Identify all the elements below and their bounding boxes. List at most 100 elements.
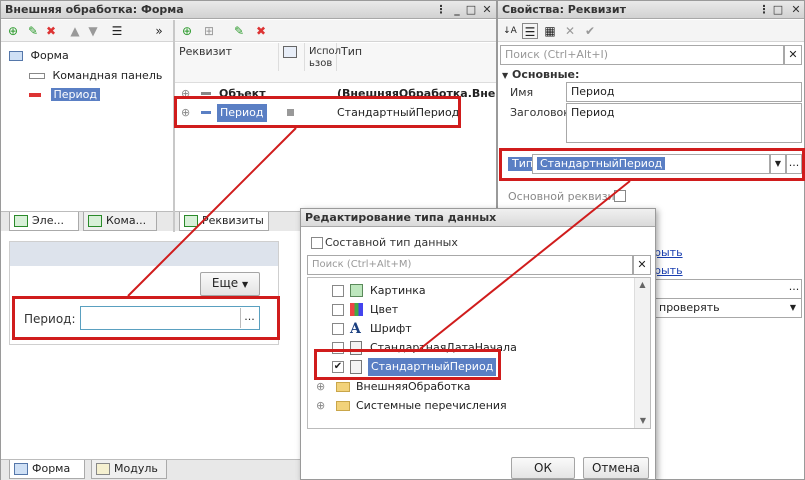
tree-item-period[interactable]: Период	[29, 86, 101, 104]
cancel-button[interactable]: Отмена	[583, 457, 649, 479]
properties-search-input[interactable]: Поиск (Ctrl+Alt+I)	[500, 45, 784, 65]
tab-commands[interactable]: Кома...	[83, 212, 157, 231]
item-checkbox[interactable]	[332, 285, 344, 297]
col-header-use[interactable]: Испол ьзов	[305, 43, 341, 71]
type-dialog-title: Редактирование типа данных	[301, 209, 655, 227]
tab-attributes[interactable]: Реквизиты	[179, 212, 269, 231]
section-main-header[interactable]: ▼ Основные:	[502, 68, 579, 83]
item-label: Шрифт	[370, 322, 412, 335]
link-open-1[interactable]: рыть	[654, 246, 683, 260]
edit-attribute-icon[interactable]: ✎	[231, 23, 247, 39]
properties-title-text: Свойства: Реквизит	[502, 3, 626, 16]
name-input[interactable]: Период	[566, 82, 802, 102]
scroll-down-icon[interactable]: ▼	[635, 414, 650, 428]
delete-icon[interactable]: ✖	[43, 23, 59, 39]
edit-icon[interactable]: ✎	[25, 23, 41, 39]
highlight-type-field	[499, 148, 805, 181]
menu-icon[interactable]: ⋮	[433, 3, 449, 17]
section-label: Основные:	[512, 68, 580, 81]
tab-label: Кома...	[106, 214, 147, 227]
delete-attribute-icon[interactable]: ✖	[253, 23, 269, 39]
tree-item-command-panel[interactable]: Командная панель	[29, 67, 162, 85]
attributes-tab-icon	[184, 215, 198, 227]
col-header-attribute[interactable]: Реквизит	[175, 43, 279, 71]
properties-close-icon[interactable]: ✕	[788, 3, 804, 17]
highlight-standard-period	[314, 349, 501, 380]
apply-icon[interactable]: ✔	[582, 23, 598, 39]
header-label: Заголовок	[510, 106, 570, 119]
commands-tab-icon	[88, 215, 102, 227]
properties-toolbar: ↓A ☰ ▦ ✕ ✔	[498, 20, 804, 42]
link-open-2[interactable]: рыть	[654, 264, 683, 278]
table-icon	[283, 46, 297, 58]
check-select-text: проверять	[659, 301, 720, 314]
more-button[interactable]: Еще ▼	[200, 272, 260, 296]
tab-elements[interactable]: Эле...	[9, 212, 79, 231]
property-ellipsis-icon[interactable]: ...	[786, 279, 802, 299]
search-placeholder-text: Поиск (Ctrl+Alt+I)	[505, 48, 609, 61]
search-clear-icon[interactable]: ✕	[784, 45, 802, 65]
col-header-type[interactable]: Тип	[337, 43, 496, 71]
type-search-input[interactable]: Поиск (Ctrl+Alt+M)	[307, 255, 633, 275]
type-search-clear-icon[interactable]: ✕	[633, 255, 651, 275]
close-icon[interactable]: ✕	[479, 3, 495, 17]
sort-az-icon[interactable]: ↓A	[502, 23, 518, 39]
list-icon[interactable]: ☰	[109, 23, 125, 39]
more-icon[interactable]: »	[151, 23, 167, 39]
composite-type-label: Составной тип данных	[325, 236, 458, 249]
add-attribute-icon[interactable]: ⊕	[179, 23, 195, 39]
tab-label: Эле...	[32, 214, 64, 227]
item-checkbox[interactable]	[332, 323, 344, 335]
command-panel-icon	[29, 73, 45, 79]
add-column-icon[interactable]: ⊞	[201, 23, 217, 39]
tree-item-form[interactable]: Форма	[9, 47, 69, 65]
composite-type-checkbox[interactable]	[311, 237, 323, 249]
add-icon[interactable]: ⊕	[5, 23, 21, 39]
main-attr-checkbox[interactable]	[614, 190, 626, 202]
grid-view-icon[interactable]: ▦	[542, 23, 558, 39]
elements-toolbar: ⊕ ✎ ✖ ▲ ▼ ☰ »	[1, 20, 173, 42]
move-down-icon[interactable]: ▼	[85, 23, 101, 39]
move-up-icon[interactable]: ▲	[67, 23, 83, 39]
scroll-up-icon[interactable]: ▲	[635, 278, 650, 292]
tab-form[interactable]: Форма	[9, 460, 85, 479]
main-attr-label: Основной реквизит	[508, 190, 622, 203]
elements-tree: Форма Командная панель Период	[1, 43, 173, 211]
folder-icon	[336, 401, 350, 411]
highlight-period-row	[174, 96, 461, 128]
preview-header-bar	[10, 242, 278, 266]
categorized-icon[interactable]: ☰	[522, 23, 538, 39]
item-label: Системные перечисления	[356, 399, 507, 412]
tree-item-label: Период	[50, 88, 101, 101]
header-input[interactable]: Период	[566, 103, 802, 143]
item-label: Картинка	[370, 284, 426, 297]
module-tab-icon	[96, 463, 110, 475]
highlight-period-field	[12, 296, 280, 340]
tab-label: Форма	[32, 462, 71, 475]
type-dialog-title-text: Редактирование типа данных	[305, 211, 497, 224]
table-header: Реквизит Испол ьзов Тип	[175, 43, 496, 83]
expand-icon[interactable]: ⊕	[316, 397, 325, 415]
clear-icon[interactable]: ✕	[562, 23, 578, 39]
properties-maximize-icon[interactable]: □	[770, 3, 786, 17]
field-icon	[29, 93, 41, 97]
tab-label: Модуль	[114, 462, 158, 475]
property-input[interactable]	[654, 279, 802, 299]
tree-item-label: Командная панель	[52, 69, 163, 82]
picture-icon	[350, 284, 363, 297]
type-editor-dialog: Редактирование типа данных Составной тип…	[300, 208, 656, 480]
maximize-icon[interactable]: □	[463, 3, 479, 17]
item-label: Цвет	[370, 303, 399, 316]
type-list-scrollbar[interactable]: ▲ ▼	[634, 278, 650, 428]
ok-button[interactable]: ОК	[511, 457, 575, 479]
tab-label: Реквизиты	[202, 214, 264, 227]
tab-module[interactable]: Модуль	[91, 460, 167, 479]
check-dropdown-icon[interactable]: ▼	[786, 300, 800, 316]
form-icon	[9, 51, 23, 61]
check-select[interactable]: проверять	[654, 298, 802, 318]
expand-icon[interactable]: ⊕	[316, 378, 325, 396]
left-tabbar: Эле... Кома...	[1, 211, 173, 231]
item-checkbox[interactable]	[332, 304, 344, 316]
name-label: Имя	[510, 86, 534, 99]
col-header-icon[interactable]	[279, 43, 305, 71]
